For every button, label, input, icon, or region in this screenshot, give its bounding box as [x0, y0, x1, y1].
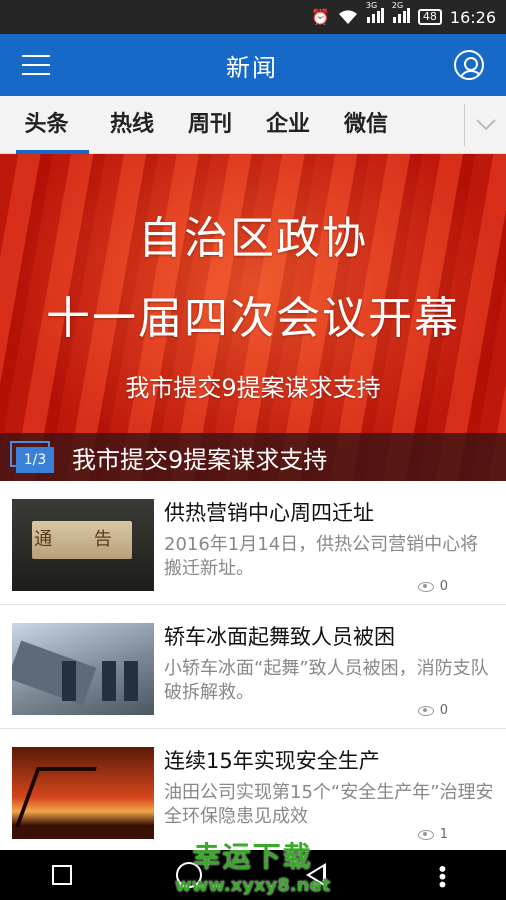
page-title: 新闻 — [226, 53, 278, 82]
eye-icon — [417, 705, 434, 716]
battery-icon: 48 — [417, 9, 442, 25]
tab-hotline[interactable]: 热线 — [93, 96, 171, 154]
user-icon[interactable] — [454, 50, 484, 80]
news-headline: 轿车冰面起舞致人员被困 — [164, 625, 395, 649]
list-item[interactable]: 通 告 供热营销中心周四迁址 2016年1月14日，供热公司营销中心将搬迁新址。… — [0, 481, 506, 605]
recent-apps-icon[interactable] — [52, 865, 72, 885]
tab-headlines[interactable]: 头条 — [0, 96, 93, 154]
news-thumbnail: 通 告 — [12, 499, 154, 591]
news-summary: 2016年1月14日，供热公司营销中心将搬迁新址。 — [164, 534, 479, 579]
notice-sign: 通 告 — [32, 521, 132, 559]
list-item[interactable]: 轿车冰面起舞致人员被困 小轿车冰面“起舞”致人员被困，消防支队破拆解救。 0 — [0, 605, 506, 729]
eye-icon — [417, 581, 434, 592]
more-options-icon[interactable]: ••• — [430, 863, 454, 886]
app-bar: 新闻 — [0, 34, 506, 96]
signal-2g-icon: 2G — [392, 1, 410, 27]
signal-3g-icon: 3G — [366, 1, 384, 27]
menu-icon[interactable] — [22, 55, 50, 75]
news-thumbnail — [12, 623, 154, 715]
tab-wechat[interactable]: 微信 — [327, 96, 405, 154]
status-bar: ⏰ 3G 2G 48 16:26 — [0, 0, 506, 34]
gallery-pager-icon: 1/3 — [10, 441, 54, 473]
pager-count: 1/3 — [16, 447, 54, 473]
banner-caption: 我市提交9提案谋求支持 — [72, 445, 328, 474]
banner-line1: 自治区政协 — [138, 213, 368, 264]
wifi-icon — [338, 9, 358, 25]
clock: 16:26 — [449, 7, 496, 27]
news-headline: 供热营销中心周四迁址 — [164, 501, 374, 525]
view-count: 1 — [417, 827, 448, 842]
banner-carousel[interactable]: 自治区政协 十一届四次会议开幕 我市提交9提案谋求支持 1/3 我市提交9提案谋… — [0, 154, 506, 481]
tab-weekly[interactable]: 周刊 — [171, 96, 249, 154]
banner-caption-bar: 1/3 我市提交9提案谋求支持 — [0, 433, 506, 481]
news-list: 通 告 供热营销中心周四迁址 2016年1月14日，供热公司营销中心将搬迁新址。… — [0, 481, 506, 853]
news-summary: 油田公司实现第15个“安全生产年”治理安全环保隐患见成效 — [164, 782, 494, 827]
banner-line2: 十一届四次会议开幕 — [46, 293, 460, 344]
tab-enterprise[interactable]: 企业 — [249, 96, 327, 154]
tab-bar: 头条 热线 周刊 企业 微信 — [0, 96, 506, 154]
watermark: 幸运下载 www.xyxy8.net — [175, 840, 331, 896]
chevron-down-icon[interactable] — [464, 104, 506, 146]
news-thumbnail — [12, 747, 154, 839]
view-count: 0 — [417, 579, 448, 594]
view-count: 0 — [417, 703, 448, 718]
news-headline: 连续15年实现安全生产 — [164, 749, 380, 773]
eye-icon — [417, 829, 434, 840]
alarm-icon: ⏰ — [311, 8, 330, 26]
news-summary: 小轿车冰面“起舞”致人员被困，消防支队破拆解救。 — [164, 658, 489, 703]
banner-line3: 我市提交9提案谋求支持 — [125, 374, 381, 402]
